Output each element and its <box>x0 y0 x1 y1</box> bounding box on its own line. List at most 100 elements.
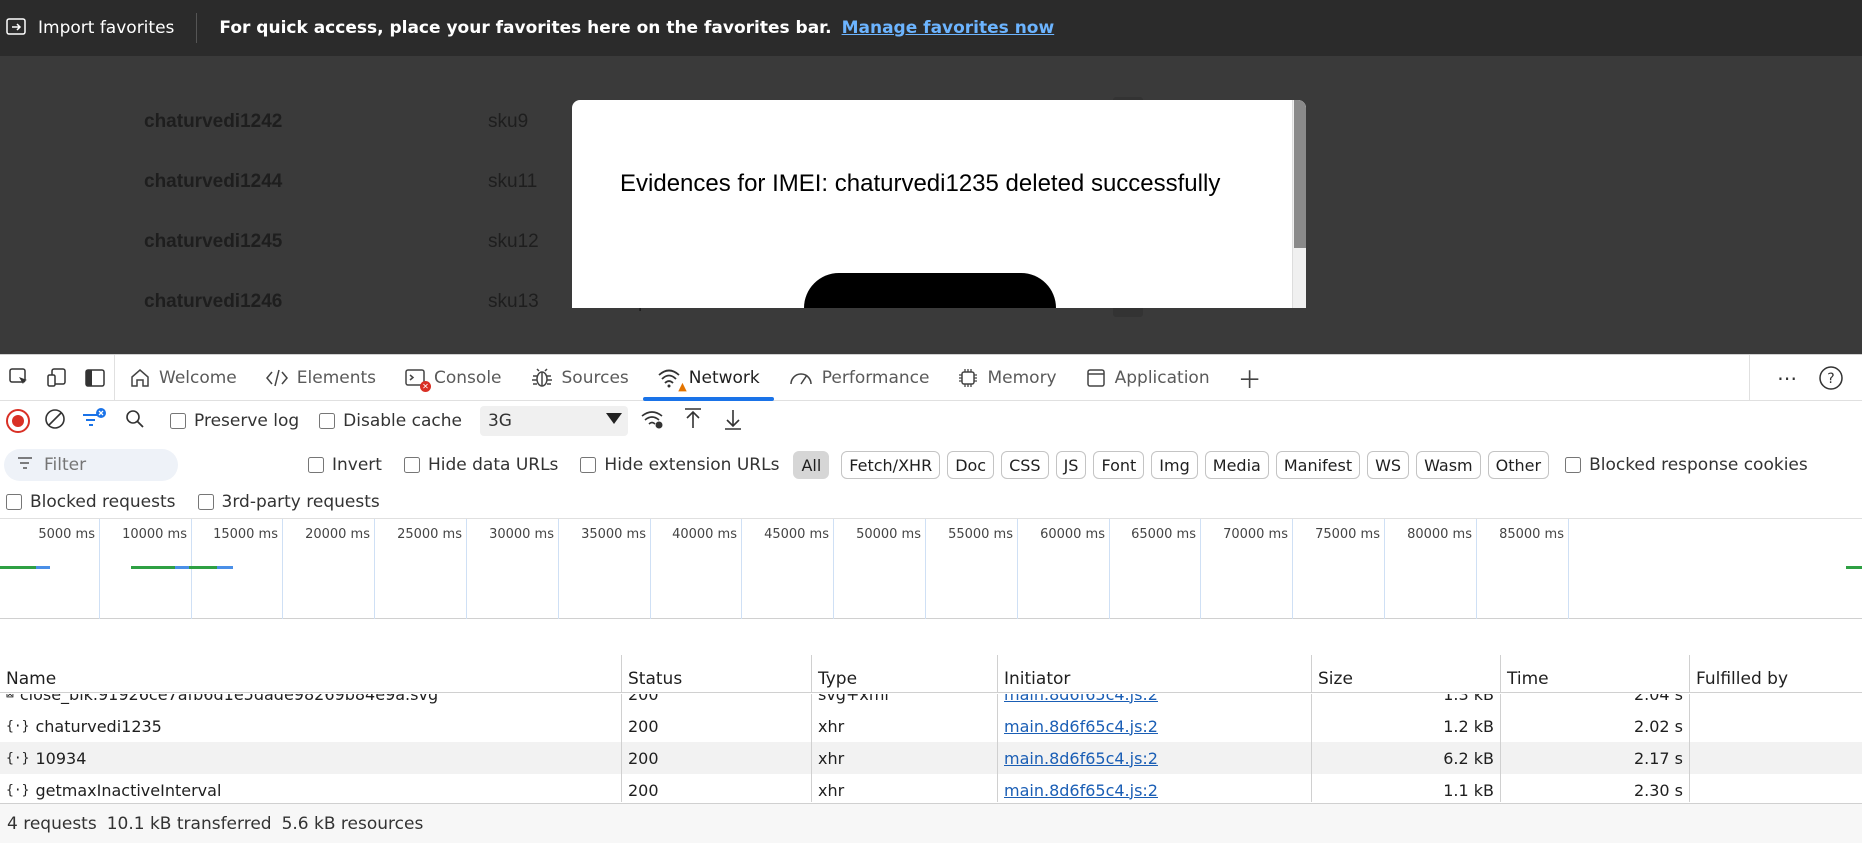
filter-toggle-icon[interactable] <box>80 406 110 437</box>
type-filter-manifest[interactable]: Manifest <box>1275 451 1361 479</box>
request-name: close_blk.91926ce7afb6d1e5dade98269b84e9… <box>19 694 439 704</box>
type-filter-doc[interactable]: Doc <box>947 451 995 479</box>
imei-cell: chaturvedi1244 <box>144 171 283 192</box>
timeline-bar <box>189 566 217 569</box>
column-header-type[interactable]: Type <box>812 655 998 693</box>
column-header-status[interactable]: Status <box>622 655 812 693</box>
summary-transferred: 10.1 kB transferred <box>106 813 272 834</box>
manage-favorites-link[interactable]: Manage favorites now <box>842 18 1055 38</box>
modal-scrollbar-thumb[interactable] <box>1294 100 1306 248</box>
inspect-icon[interactable] <box>0 359 38 397</box>
type-filter-img[interactable]: Img <box>1151 451 1198 479</box>
timeline-bar <box>131 566 175 569</box>
disable-cache-input[interactable] <box>319 413 336 429</box>
table-row[interactable]: {·} 10934 200 xhr main.8d6f65c4.js:2 6.2 … <box>0 742 1862 774</box>
hide-data-urls-input[interactable] <box>403 457 420 473</box>
column-header-fulfilled-by[interactable]: Fulfilled by <box>1690 655 1862 693</box>
timeline-bar <box>36 566 50 569</box>
timeline-tick-label: 40000 ms <box>672 527 737 542</box>
throttling-value: 3G <box>487 411 512 431</box>
dock-sidebar-icon[interactable] <box>76 359 114 397</box>
sku-cell: sku11 <box>488 171 538 192</box>
tab-application[interactable]: Application <box>1071 355 1224 401</box>
warning-badge-icon: ▲ <box>678 379 687 393</box>
type-filter-js[interactable]: JS <box>1055 451 1087 479</box>
return-home-button[interactable]: Return to Home <box>804 273 1056 308</box>
column-header-time[interactable]: Time <box>1501 655 1690 693</box>
tab-memory[interactable]: Memory <box>943 355 1070 401</box>
window-icon <box>1085 367 1107 389</box>
preserve-log-checkbox[interactable]: Preserve log <box>170 411 299 431</box>
filter-input[interactable] <box>44 455 154 475</box>
type-filter-wasm[interactable]: Wasm <box>1416 451 1481 479</box>
hide-extension-urls-input[interactable] <box>580 457 597 473</box>
blocked-requests-input[interactable] <box>6 493 22 510</box>
type-filter-font[interactable]: Font <box>1093 451 1145 479</box>
success-modal: Evidences for IMEI: chaturvedi1235 delet… <box>572 100 1306 308</box>
initiator-link[interactable]: main.8d6f65c4.js:2 <box>1004 749 1158 768</box>
table-row[interactable]: {·} chaturvedi1235 200 xhr main.8d6f65c4.… <box>0 710 1862 742</box>
help-icon[interactable]: ? <box>1812 359 1850 397</box>
network-conditions-icon[interactable] <box>638 407 668 436</box>
export-har-icon[interactable] <box>718 407 748 436</box>
column-header-size[interactable]: Size <box>1312 655 1501 693</box>
tab-elements[interactable]: Elements <box>251 355 390 401</box>
code-icon <box>265 367 289 389</box>
import-har-icon[interactable] <box>678 407 708 436</box>
type-filter-all[interactable]: All <box>793 451 830 479</box>
hide-data-urls-checkbox[interactable]: Hide data URLs <box>403 455 558 475</box>
clear-icon[interactable] <box>40 407 70 436</box>
type-filter-fetch-xhr[interactable]: Fetch/XHR <box>841 451 941 479</box>
tab-network[interactable]: ▲ Network <box>642 355 774 401</box>
type-filter-ws[interactable]: WS <box>1367 451 1410 479</box>
request-name: chaturvedi1235 <box>35 716 162 736</box>
tab-console[interactable]: ✕ Console <box>390 355 516 401</box>
invert-input[interactable] <box>308 457 324 473</box>
filter-icon <box>16 455 34 476</box>
third-party-requests-input[interactable] <box>197 493 214 510</box>
tab-label: Console <box>434 367 502 388</box>
column-header-initiator[interactable]: Initiator <box>998 655 1312 693</box>
more-options-icon[interactable]: ⋯ <box>1768 359 1806 397</box>
page-content: chaturvedi1242 sku9 chaturvedi1244 sku11… <box>0 56 1862 354</box>
third-party-requests-checkbox[interactable]: 3rd-party requests <box>197 492 380 512</box>
plus-icon: ＋ <box>1237 366 1262 394</box>
search-icon[interactable] <box>120 408 150 435</box>
modal-scrollbar[interactable] <box>1292 100 1306 308</box>
type-filter-css[interactable]: CSS <box>1001 451 1049 479</box>
tab-performance[interactable]: Performance <box>774 355 944 401</box>
type-filter-media[interactable]: Media <box>1204 451 1269 479</box>
blocked-response-cookies-checkbox[interactable]: Blocked response cookies <box>1565 455 1808 475</box>
preserve-log-input[interactable] <box>170 413 186 429</box>
requests-table-body: ⊠ close_blk.91926ce7afb6d1e5dade98269b84e… <box>0 694 1862 802</box>
blocked-response-cookies-input[interactable] <box>1565 457 1582 473</box>
type-filter-other[interactable]: Other <box>1487 451 1550 479</box>
filter-box[interactable] <box>4 449 178 481</box>
initiator-link[interactable]: main.8d6f65c4.js:2 <box>1004 694 1158 704</box>
add-tab-button[interactable]: ＋ <box>1224 355 1276 401</box>
import-favorites-button[interactable]: Import favorites <box>0 13 198 43</box>
timeline-tick-label: 80000 ms <box>1407 527 1472 542</box>
throttling-select[interactable]: 3G <box>479 406 628 436</box>
devtools-tabbar: Welcome Elements ✕ Console Sources ▲ Net… <box>0 354 1862 401</box>
record-stop-icon[interactable] <box>6 409 30 433</box>
initiator-link[interactable]: main.8d6f65c4.js:2 <box>1004 717 1158 736</box>
disable-cache-checkbox[interactable]: Disable cache <box>319 411 462 431</box>
initiator-link[interactable]: main.8d6f65c4.js:2 <box>1004 781 1158 800</box>
network-overview-timeline[interactable]: 85000 ms 80000 ms 75000 ms 70000 ms 65000 ms… <box>0 519 1862 619</box>
devtools-panel: Welcome Elements ✕ Console Sources ▲ Net… <box>0 354 1862 856</box>
blocked-response-cookies-label: Blocked response cookies <box>1589 455 1808 475</box>
timeline-tick-label: 20000 ms <box>305 527 370 542</box>
blocked-requests-checkbox[interactable]: Blocked requests <box>6 492 176 512</box>
table-row[interactable]: {·} getmaxInactiveInterval 200 xhr main.8… <box>0 774 1862 802</box>
table-row[interactable]: ⊠ close_blk.91926ce7afb6d1e5dade98269b84e… <box>0 694 1862 710</box>
invert-checkbox[interactable]: Invert <box>308 455 382 475</box>
requests-table-header: Name Status Type Initiator Size Time Ful… <box>0 655 1862 693</box>
device-emulation-icon[interactable] <box>38 359 76 397</box>
request-name: getmaxInactiveInterval <box>35 780 222 800</box>
column-header-name[interactable]: Name <box>0 655 622 693</box>
tab-label: Application <box>1114 367 1210 388</box>
hide-extension-urls-checkbox[interactable]: Hide extension URLs <box>580 455 779 475</box>
tab-sources[interactable]: Sources <box>516 355 643 401</box>
tab-welcome[interactable]: Welcome <box>115 355 251 401</box>
